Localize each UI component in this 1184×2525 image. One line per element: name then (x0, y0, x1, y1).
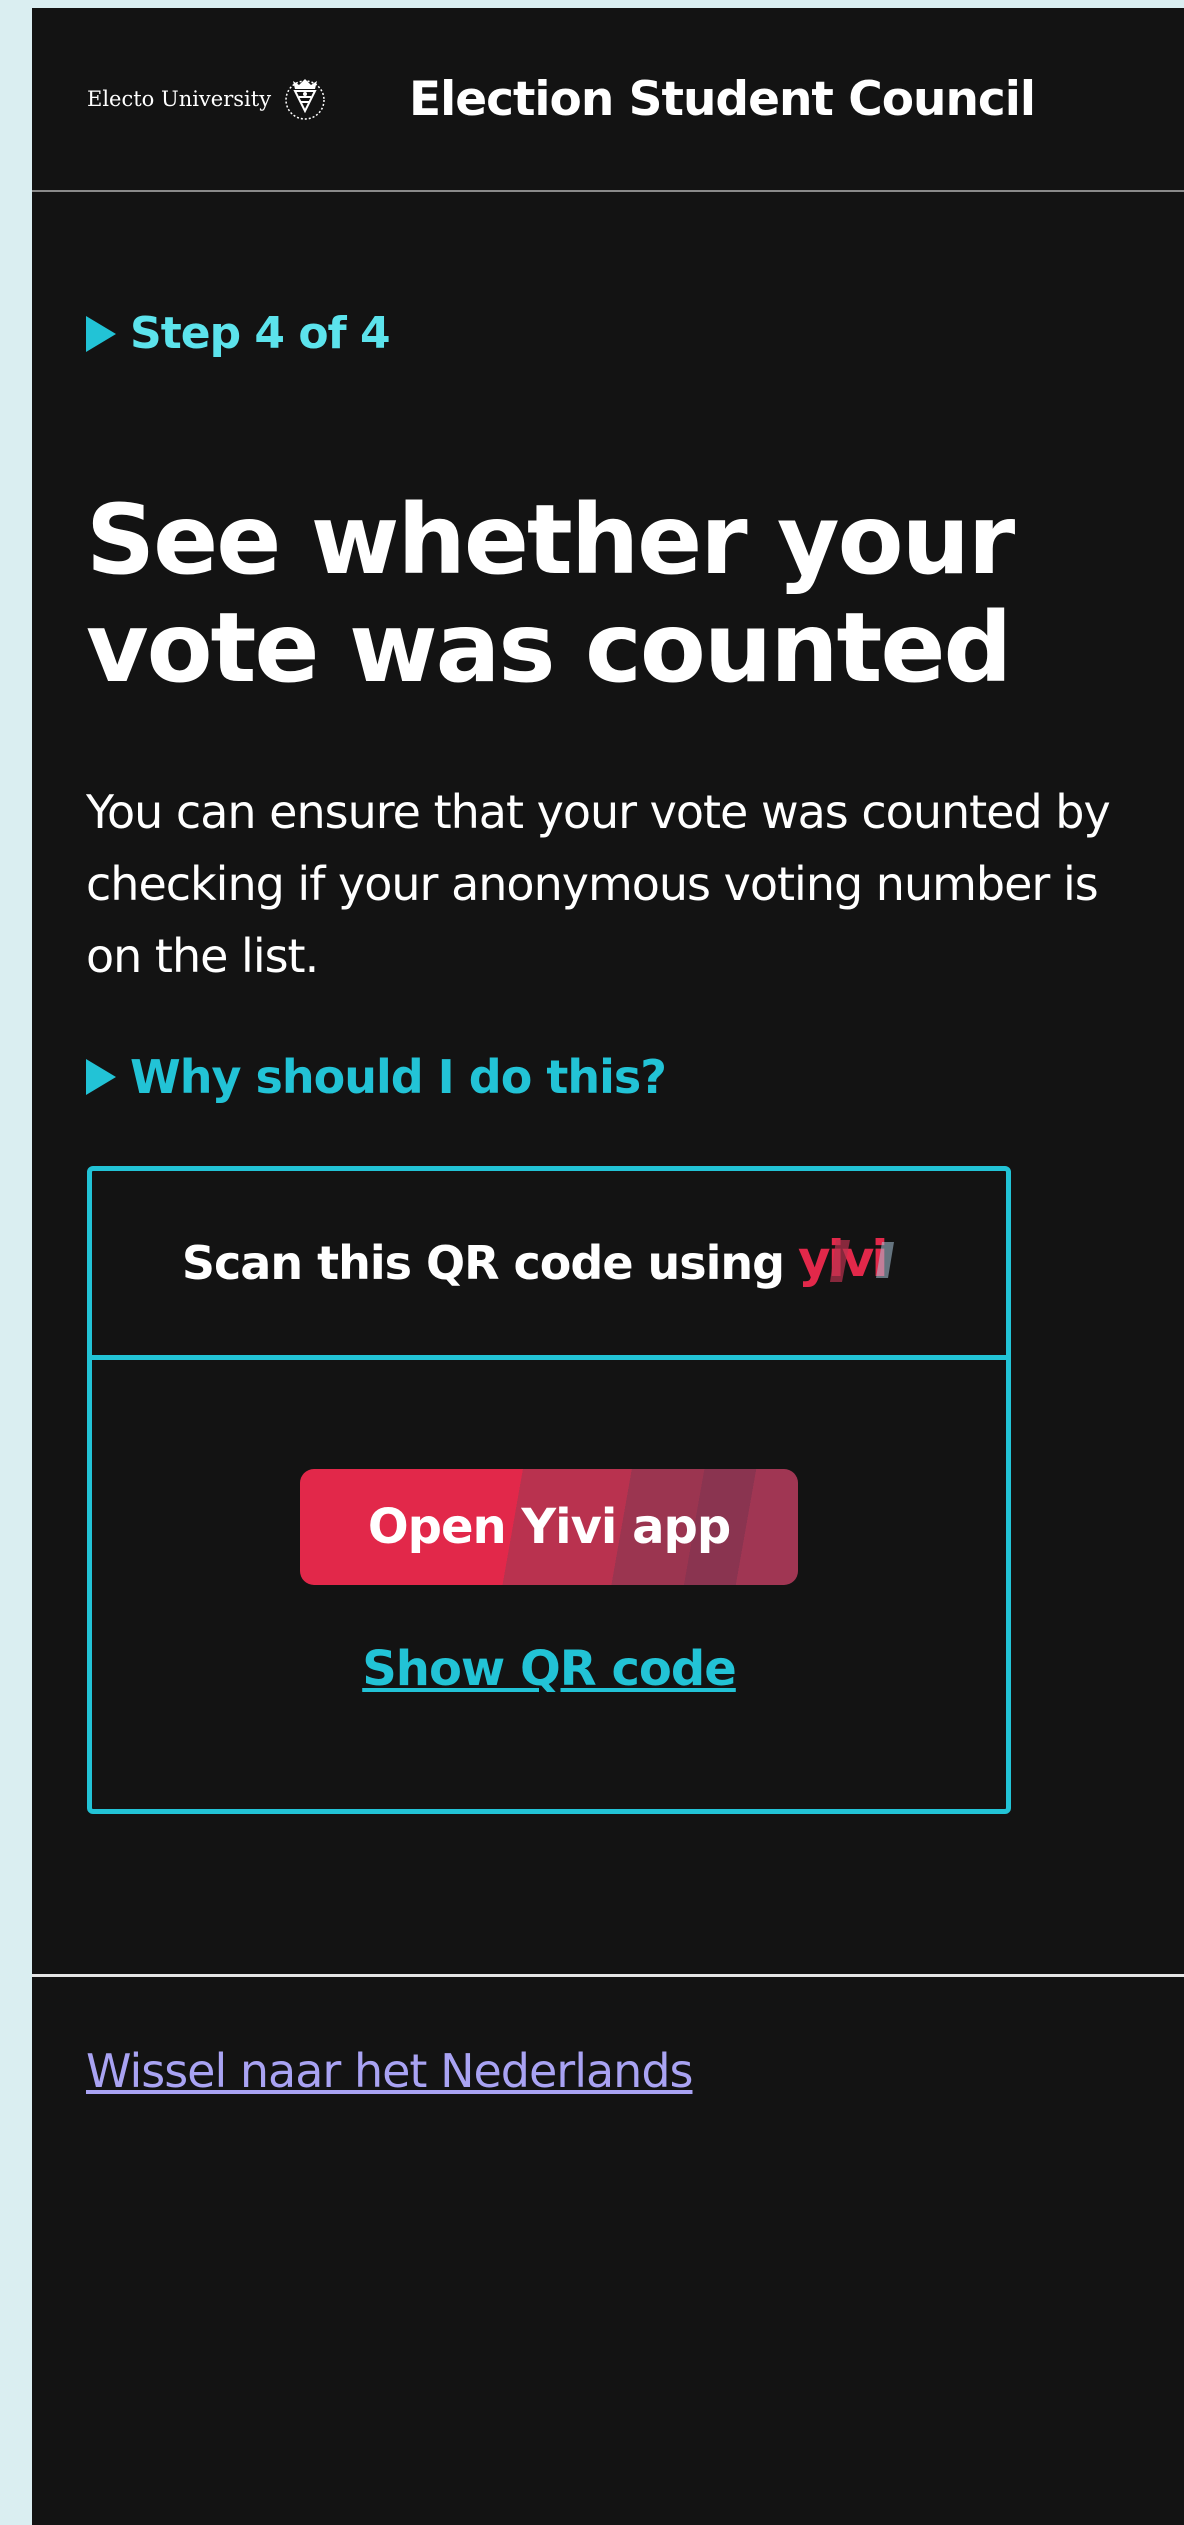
university-logo[interactable]: Electo University (87, 68, 327, 130)
language-switch-link[interactable]: Wissel naar het Nederlands (86, 2044, 693, 2098)
qr-panel: Scan this QR code using yivi Open Yivi a… (87, 1166, 1011, 1814)
page-frame: Electo University Election Student Counc… (32, 8, 1184, 2525)
page-title: See whether your vote was counted (86, 486, 1086, 702)
intro-text: You can ensure that your vote was counte… (86, 785, 1111, 983)
footer-divider (32, 1974, 1184, 1977)
site-header: Electo University Election Student Counc… (32, 8, 1184, 192)
triangle-right-icon (86, 315, 116, 352)
step-label: Step 4 of 4 (130, 308, 391, 359)
yivi-logo: yivi (798, 1232, 895, 1288)
qr-prompt: Scan this QR code using (181, 1236, 785, 1290)
site-title: Election Student Council (409, 72, 1036, 127)
triangle-right-icon (86, 1059, 116, 1095)
page-title-line-1: See whether your (86, 484, 1015, 596)
why-disclosure[interactable]: Why should I do this? (86, 1050, 667, 1104)
why-label: Why should I do this? (130, 1050, 667, 1104)
university-seal-icon (285, 79, 325, 120)
step-indicator[interactable]: Step 4 of 4 (86, 308, 391, 359)
open-yivi-app-button[interactable]: Open Yivi app (300, 1469, 798, 1585)
qr-panel-header: Scan this QR code using yivi (92, 1171, 1006, 1360)
show-qr-code-link[interactable]: Show QR code (92, 1641, 1006, 1697)
page-title-line-2: vote was counted (86, 592, 1012, 704)
university-name: Electo University (87, 87, 272, 111)
open-yivi-app-label: Open Yivi app (367, 1499, 731, 1555)
